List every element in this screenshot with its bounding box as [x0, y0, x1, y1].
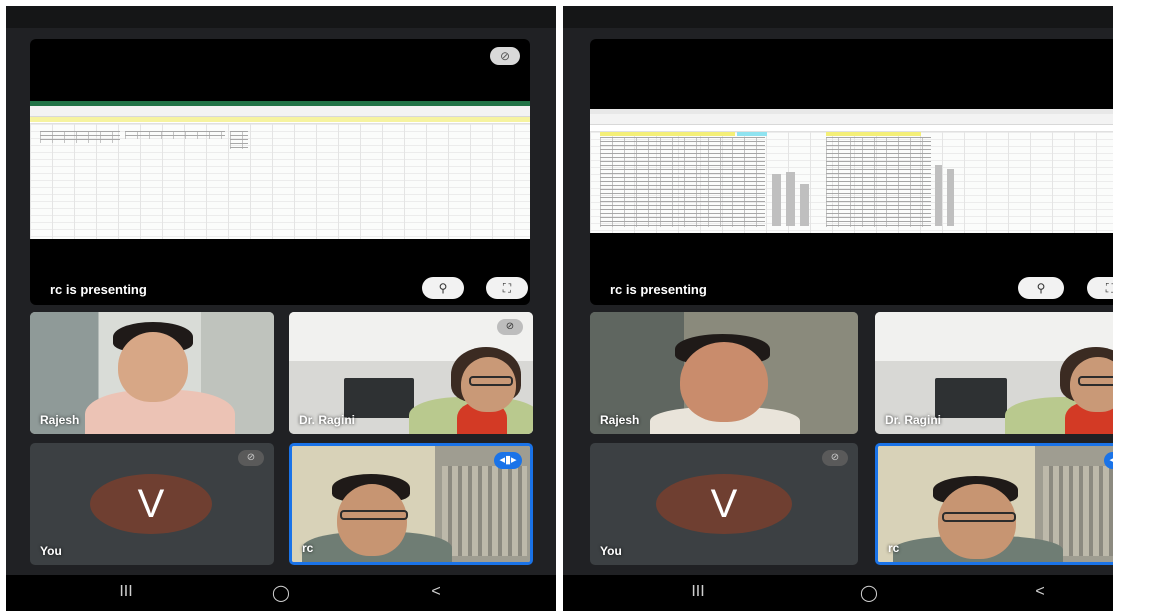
participant-tile[interactable]: Rajesh: [590, 312, 858, 434]
self-avatar: V: [656, 474, 792, 534]
status-bar: [6, 6, 556, 28]
mic-off-icon: ⊘: [238, 450, 264, 466]
participant-tile[interactable]: ⊘ Dr. Ragini: [289, 312, 533, 434]
presenting-label: rc is presenting: [50, 282, 147, 297]
android-nav-bar: III ◯ <: [563, 575, 1113, 611]
spreadsheet-cells: [600, 137, 765, 227]
highlighted-header: [737, 132, 767, 136]
participant-name: rc: [888, 541, 900, 555]
spreadsheet-cells: [40, 131, 120, 143]
recents-button[interactable]: III: [678, 583, 718, 601]
status-bar: [563, 6, 1113, 28]
audio-wave-icon: ◂▮▸: [494, 452, 522, 469]
participant-tile-self[interactable]: V ⊘ You: [590, 443, 858, 565]
presenting-label: rc is presenting: [610, 282, 707, 297]
mic-off-icon: ⊘: [490, 47, 520, 65]
participant-face: [680, 342, 768, 422]
participant-tile-self[interactable]: V ⊘ You: [30, 443, 274, 565]
self-avatar: V: [90, 474, 212, 534]
chart-bar: [786, 172, 795, 226]
highlighted-header: [600, 132, 735, 136]
participant-tile[interactable]: Rajesh: [30, 312, 274, 434]
pin-icon[interactable]: ⚲: [1018, 277, 1064, 299]
participant-tile[interactable]: Dr. Ragini: [875, 312, 1113, 434]
spreadsheet-toolbar: [590, 114, 1113, 125]
chart-bar: [947, 169, 954, 226]
spreadsheet-cells: [230, 131, 248, 149]
back-button[interactable]: <: [416, 583, 456, 601]
presentation-stage[interactable]: ⊘ rc is presenting ⚲ ⛶: [30, 39, 530, 305]
monitor-background: [935, 378, 1007, 418]
participant-name: Dr. Ragini: [299, 413, 356, 427]
participant-name: You: [600, 544, 622, 558]
chart-bar: [772, 174, 781, 226]
formula-bar: [590, 125, 1113, 132]
fullscreen-icon[interactable]: ⛶: [486, 277, 528, 299]
meet-screen-right: rc is presenting ⚲ ⛶ Rajesh Dr. Ragini V…: [563, 6, 1113, 611]
spreadsheet-toolbar: [30, 106, 530, 117]
mic-off-icon: ⊘: [497, 319, 523, 335]
android-nav-bar: III ◯ <: [6, 575, 556, 611]
participant-tile-speaking[interactable]: ◂▮▸ rc: [875, 443, 1113, 565]
home-button[interactable]: ◯: [261, 583, 301, 603]
back-button[interactable]: <: [1020, 583, 1060, 601]
presentation-stage[interactable]: rc is presenting ⚲ ⛶: [590, 39, 1113, 305]
spreadsheet-cells: [125, 131, 225, 139]
chart-bar: [935, 165, 942, 226]
highlighted-header: [826, 132, 921, 136]
home-button[interactable]: ◯: [849, 583, 889, 603]
spreadsheet-cells: [826, 137, 931, 227]
participant-name: Dr. Ragini: [885, 413, 942, 427]
mic-off-icon: ⊘: [822, 450, 848, 466]
shared-spreadsheet: [30, 101, 530, 239]
participant-glasses: [469, 376, 513, 386]
curtain-background: [442, 466, 527, 556]
participant-tile-speaking[interactable]: ◂▮▸ rc: [289, 443, 533, 565]
highlighted-row: [30, 117, 530, 122]
recents-button[interactable]: III: [106, 583, 146, 601]
fullscreen-icon[interactable]: ⛶: [1087, 277, 1113, 299]
participant-glasses: [340, 510, 408, 520]
participant-name: rc: [302, 541, 314, 555]
participant-face: [118, 332, 188, 402]
chart-bar: [800, 184, 809, 226]
participant-glasses: [1078, 376, 1113, 386]
participant-name: You: [40, 544, 62, 558]
shared-spreadsheet: [590, 109, 1113, 233]
participant-name: Rajesh: [600, 413, 640, 427]
participant-glasses: [942, 512, 1016, 522]
meet-screen-left: ⊘ rc is presenting ⚲ ⛶ Rajesh ⊘ Dr. Ragi…: [6, 6, 556, 611]
pin-icon[interactable]: ⚲: [422, 277, 464, 299]
participant-name: Rajesh: [40, 413, 80, 427]
participant-face: [337, 484, 407, 556]
monitor-background: [344, 378, 414, 418]
